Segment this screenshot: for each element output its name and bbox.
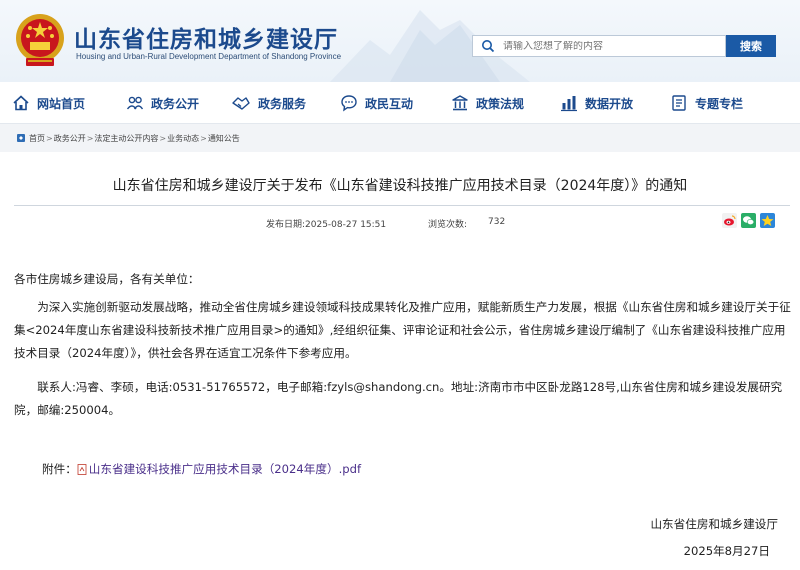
breadcrumb-statutory-disclosure[interactable]: 法定主动公开内容 (94, 133, 158, 144)
main-nav: 网站首页 政务公开 政务服务 政民互动 政策法规 数据开放 专题专栏 (0, 82, 800, 124)
search-button[interactable]: 搜索 (726, 35, 776, 57)
article-title: 山东省住房和城乡建设厅关于发布《山东省建设科技推广应用技术目录（2024年度）》… (112, 178, 688, 194)
national-emblem-icon (16, 14, 64, 66)
building-icon (452, 95, 468, 111)
nav-item-special-topics[interactable]: 专题专栏 (670, 93, 743, 113)
signature-organization: 山东省住房和城乡建设厅 (650, 517, 778, 531)
share-bar (722, 213, 775, 228)
nav-item-open-data[interactable]: 数据开放 (560, 93, 633, 113)
nav-item-gov-affairs[interactable]: 政务公开 (126, 93, 199, 113)
nav-item-home[interactable]: 网站首页 (12, 93, 85, 113)
signature-date: 2025年8月27日 (683, 544, 770, 558)
pdf-icon (77, 463, 87, 475)
nav-item-label: 政策法规 (476, 96, 525, 111)
breadcrumb-separator: > (86, 133, 94, 143)
views-label: 浏览次数: (428, 220, 468, 230)
breadcrumb: 首页 > 政务公开 > 法定主动公开内容 > 业务动态 > 通知公告 (0, 124, 800, 152)
topic-icon (672, 95, 686, 111)
attachment-label: 附件： (42, 462, 77, 476)
breadcrumb-gov-affairs[interactable]: 政务公开 (54, 133, 86, 144)
chart-icon (561, 96, 577, 112)
search-box (472, 35, 726, 57)
nav-item-interaction[interactable]: 政民互动 (340, 93, 413, 113)
attachment-link-text: 山东省建设科技推广应用技术目录（2024年度）.pdf (88, 462, 362, 476)
breadcrumb-home[interactable]: 首页 (29, 133, 45, 144)
nav-item-label: 专题专栏 (695, 96, 744, 111)
breadcrumb-separator: > (159, 133, 167, 143)
chat-icon (341, 95, 357, 112)
home-icon (13, 95, 29, 111)
views-count: 732 (488, 217, 506, 227)
nav-item-label: 数据开放 (585, 96, 634, 111)
breadcrumb-business-news[interactable]: 业务动态 (167, 133, 199, 144)
wechat-icon[interactable] (741, 213, 756, 228)
site-title[interactable]: 山东省住房和城乡建设厅 (74, 20, 338, 54)
nav-item-label: 政民互动 (365, 96, 414, 111)
weibo-icon[interactable] (722, 213, 737, 228)
nav-item-policy[interactable]: 政策法规 (451, 93, 524, 113)
nav-item-label: 政务公开 (151, 96, 200, 111)
nav-item-gov-services[interactable]: 政务服务 (231, 93, 306, 113)
salutation: 各市住房城乡建设局，各有关单位： (14, 272, 200, 286)
site-subtitle: Housing and Urban-Rural Development Depa… (76, 52, 342, 61)
breadcrumb-separator: > (46, 133, 53, 143)
breadcrumb-separator: > (200, 133, 207, 143)
breadcrumb-notices[interactable]: 通知公告 (208, 133, 240, 144)
search-icon (473, 36, 503, 56)
people-icon (126, 96, 144, 110)
attachment: 附件： 山东省建设科技推广应用技术目录（2024年度）.pdf (42, 461, 361, 477)
search-input[interactable] (503, 40, 713, 52)
site-header: 山东省住房和城乡建设厅 Housing and Urban-Rural Deve… (0, 0, 800, 82)
paragraph-1: 为深入实施创新驱动发展战略，推动全省住房城乡建设领域科技成果转化及推广应用，赋能… (14, 300, 791, 360)
nav-item-label: 政务服务 (258, 96, 307, 111)
publish-date: 发布日期:2025-08-27 15:51 (266, 220, 387, 230)
qzone-star-icon[interactable] (760, 213, 775, 228)
handshake-icon (232, 97, 250, 110)
nav-item-label: 网站首页 (37, 96, 86, 111)
location-icon (17, 134, 25, 142)
attachment-link[interactable]: 山东省建设科技推广应用技术目录（2024年度）.pdf (77, 461, 361, 477)
title-divider (14, 205, 790, 206)
paragraph-2: 联系人:冯睿、李硕，电话:0531-51765572，电子邮箱:fzyls@sh… (14, 380, 783, 417)
